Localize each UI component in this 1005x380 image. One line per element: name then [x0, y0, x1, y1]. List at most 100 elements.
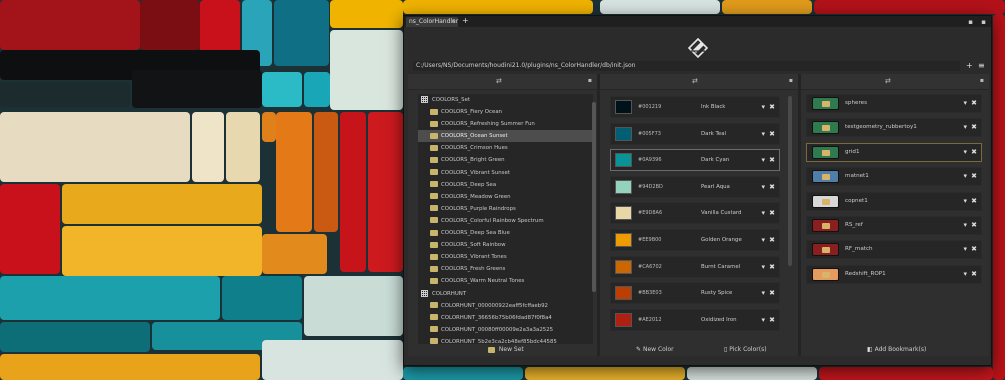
set-item[interactable]: COOLORS_Fiery Ocean: [418, 106, 593, 118]
set-item[interactable]: COOLORS_Purple Raindrops: [418, 203, 593, 215]
add-path-button[interactable]: +: [966, 61, 973, 71]
panel-menu-icon[interactable]: ▪: [789, 77, 793, 84]
bookmark-row[interactable]: RS_ref ▾ ✖: [806, 216, 982, 235]
set-item[interactable]: COOLORS_Ocean Sunset: [418, 130, 593, 143]
color-swatch[interactable]: [615, 153, 632, 168]
panel-menu-icon[interactable]: ▪: [980, 77, 984, 84]
set-item[interactable]: COOLORS_Meadow Green: [418, 191, 593, 203]
color-name[interactable]: Pearl Aqua: [701, 177, 730, 197]
color-row[interactable]: #AE2012 Oxidized Iron ▾ ✖: [610, 308, 780, 331]
color-swatch[interactable]: [615, 259, 632, 274]
color-name[interactable]: Dark Cyan: [701, 150, 729, 170]
color-dropdown-icon[interactable]: ▾: [761, 150, 765, 170]
set-item[interactable]: COLORHUNT_36656b75b06fdad87f0f8a4: [418, 312, 593, 324]
color-row[interactable]: #E9D8A6 Vanilla Custard ▾ ✖: [610, 202, 780, 225]
set-item[interactable]: COOLORS_Soft Rainbow: [418, 239, 593, 251]
set-item[interactable]: COOLORS_Deep Sea Blue: [418, 227, 593, 239]
bookmark-dropdown-icon[interactable]: ▾: [963, 144, 967, 161]
color-swatch[interactable]: [615, 312, 632, 327]
bookmark-row[interactable]: testgeometry_rubbertoy1 ▾ ✖: [806, 118, 982, 138]
color-dropdown-icon[interactable]: ▾: [761, 257, 765, 277]
add-bookmark-button[interactable]: ◧ Add Bookmark(s): [867, 344, 926, 356]
bookmark-row[interactable]: grid1 ▾ ✖: [806, 142, 982, 162]
swap-icon[interactable]: ⇄: [496, 77, 502, 85]
panel-menu-icon[interactable]: ▪: [588, 77, 592, 84]
set-item[interactable]: COLORHUNT_000000922eaff5fcffaeb92: [418, 300, 593, 312]
color-swatch[interactable]: [615, 100, 632, 114]
set-item[interactable]: COOLORS_Colorful Rainbow Spectrum: [418, 215, 593, 227]
set-item[interactable]: COOLORS_Deep Sea: [418, 179, 593, 191]
remove-bookmark-icon[interactable]: ✖: [971, 119, 977, 136]
bookmark-row[interactable]: spheres ▾ ✖: [806, 94, 982, 113]
bookmark-dropdown-icon[interactable]: ▾: [963, 241, 967, 258]
bookmark-row[interactable]: Redshift_ROP1 ▾ ✖: [806, 264, 982, 284]
color-dropdown-icon[interactable]: ▾: [761, 177, 765, 197]
bookmark-row[interactable]: matnet1 ▾ ✖: [806, 167, 982, 187]
json-path-field[interactable]: C:/Users/NS/Documents/houdini21.0/plugin…: [413, 61, 960, 71]
remove-bookmark-icon[interactable]: ✖: [971, 95, 977, 112]
bookmark-dropdown-icon[interactable]: ▾: [963, 266, 967, 283]
color-name[interactable]: Rusty Spice: [701, 283, 732, 303]
swap-icon[interactable]: ⇄: [885, 77, 891, 85]
set-group[interactable]: COOLORS_Set: [418, 94, 593, 106]
color-name[interactable]: Oxidized Iron: [701, 310, 737, 330]
bookmark-row[interactable]: RF_match ▾ ✖: [806, 240, 982, 260]
remove-color-icon[interactable]: ✖: [769, 203, 775, 223]
color-row[interactable]: #0A9396 Dark Cyan ▾ ✖: [610, 149, 780, 172]
swap-icon[interactable]: ⇄: [692, 77, 698, 85]
bookmark-dropdown-icon[interactable]: ▾: [963, 95, 967, 112]
bookmark-dropdown-icon[interactable]: ▾: [963, 168, 967, 185]
remove-color-icon[interactable]: ✖: [769, 230, 775, 250]
color-dropdown-icon[interactable]: ▾: [761, 97, 765, 117]
color-swatch[interactable]: [615, 179, 632, 194]
set-item[interactable]: COOLORS_Vibrant Tones: [418, 251, 593, 263]
remove-color-icon[interactable]: ✖: [769, 283, 775, 303]
color-swatch[interactable]: [615, 233, 632, 247]
color-row[interactable]: #001219 Ink Black ▾ ✖: [610, 96, 780, 118]
colors-scrollbar[interactable]: [788, 96, 792, 266]
bookmark-row[interactable]: copnet1 ▾ ✖: [806, 191, 982, 211]
set-item[interactable]: COOLORS_Bright Green: [418, 154, 593, 166]
color-swatch[interactable]: [615, 126, 632, 141]
color-dropdown-icon[interactable]: ▾: [761, 310, 765, 330]
set-item[interactable]: COOLORS_Fresh Greens: [418, 263, 593, 275]
remove-bookmark-icon[interactable]: ✖: [971, 241, 977, 258]
set-item[interactable]: COLORHUNT_00080ff00009e2a3a3a2525: [418, 324, 593, 336]
remove-bookmark-icon[interactable]: ✖: [971, 266, 977, 283]
color-name[interactable]: Vanilla Custard: [701, 203, 741, 223]
color-dropdown-icon[interactable]: ▾: [761, 124, 765, 144]
new-set-button[interactable]: New Set: [488, 344, 524, 356]
bookmark-dropdown-icon[interactable]: ▾: [963, 217, 967, 234]
remove-color-icon[interactable]: ✖: [769, 177, 775, 197]
color-name[interactable]: Ink Black: [701, 97, 725, 117]
sets-scrollbar[interactable]: [592, 102, 596, 292]
remove-bookmark-icon[interactable]: ✖: [971, 217, 977, 234]
color-dropdown-icon[interactable]: ▾: [761, 283, 765, 303]
color-row[interactable]: #005F73 Dark Teal ▾ ✖: [610, 122, 780, 145]
color-row[interactable]: #BB3E03 Rusty Spice ▾ ✖: [610, 282, 780, 305]
set-item[interactable]: COOLORS_Vibrant Sunset: [418, 167, 593, 179]
tab-ns-colorhandler[interactable]: ns_ColorHandler ×: [406, 17, 458, 27]
set-item[interactable]: COLORHUNT_5b2e3ca2cb48ef85bdc44585: [418, 336, 593, 344]
remove-bookmark-icon[interactable]: ✖: [971, 168, 977, 185]
color-dropdown-icon[interactable]: ▾: [761, 230, 765, 250]
color-row[interactable]: #94D2BD Pearl Aqua ▾ ✖: [610, 175, 780, 198]
remove-color-icon[interactable]: ✖: [769, 310, 775, 330]
window-controls[interactable]: ▪ ▪: [968, 17, 989, 27]
remove-color-icon[interactable]: ✖: [769, 97, 775, 117]
pick-color-button[interactable]: ▯ Pick Color(s): [724, 344, 767, 356]
new-color-button[interactable]: ✎ New Color: [636, 344, 674, 356]
color-swatch[interactable]: [615, 206, 632, 221]
add-tab-button[interactable]: +: [462, 16, 469, 26]
remove-bookmark-icon[interactable]: ✖: [971, 144, 977, 161]
bookmark-dropdown-icon[interactable]: ▾: [963, 119, 967, 136]
set-group[interactable]: COLORHUNT: [418, 288, 593, 300]
close-tab-icon[interactable]: ×: [451, 17, 456, 27]
color-name[interactable]: Golden Orange: [701, 230, 742, 250]
color-row[interactable]: #CA6702 Burnt Caramel ▾ ✖: [610, 255, 780, 278]
color-name[interactable]: Dark Teal: [701, 124, 726, 144]
color-dropdown-icon[interactable]: ▾: [761, 203, 765, 223]
remove-color-icon[interactable]: ✖: [769, 150, 775, 170]
remove-color-icon[interactable]: ✖: [769, 124, 775, 144]
color-swatch[interactable]: [615, 286, 632, 301]
